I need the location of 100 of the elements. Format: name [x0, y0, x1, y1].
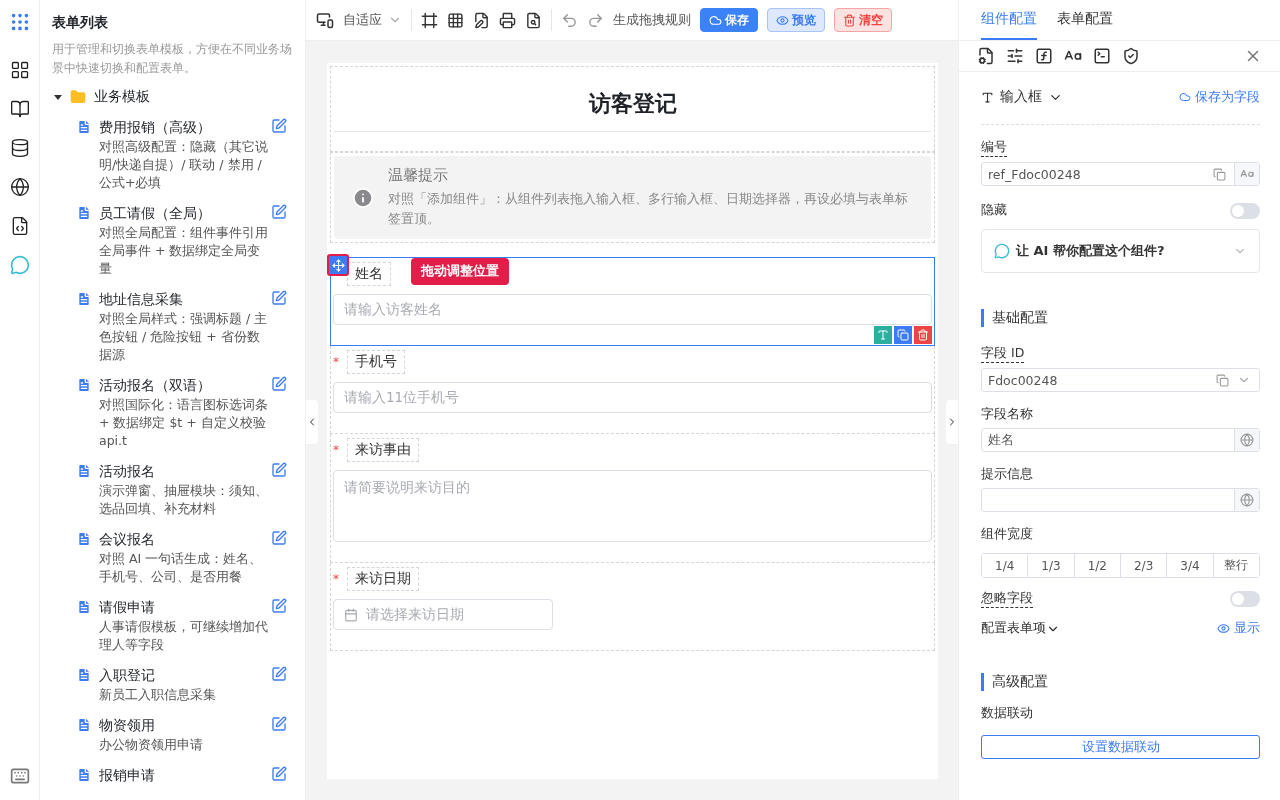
form-field[interactable]: * 来访事由 请简要说明来访目的: [330, 434, 935, 563]
copy-icon[interactable]: [894, 326, 912, 344]
field-label: 手机号: [347, 350, 405, 374]
document-icon: [76, 531, 92, 547]
template-title[interactable]: 会议报名: [99, 530, 264, 548]
caret-icon: [54, 93, 62, 101]
redo-icon[interactable]: [587, 11, 604, 29]
template-title[interactable]: 报销申请: [99, 766, 264, 784]
component-type-select[interactable]: 输入框: [981, 88, 1063, 106]
collapse-left-icon[interactable]: [306, 400, 318, 444]
form-field[interactable]: * 来访日期 请选择来访日期: [330, 563, 935, 651]
chat-bubble-icon[interactable]: [9, 255, 30, 275]
template-title[interactable]: 活动报名（双语）: [99, 376, 264, 394]
trash-icon: [843, 13, 856, 27]
form-items-dropdown[interactable]: 配置表单项: [981, 620, 1060, 637]
input-field[interactable]: Fdoc00248: [981, 368, 1260, 392]
required-mark: *: [333, 355, 340, 369]
edit-icon[interactable]: [271, 204, 287, 220]
delete-icon[interactable]: [914, 326, 932, 344]
show-link[interactable]: 显示: [1217, 620, 1260, 637]
edit-icon[interactable]: [271, 598, 287, 614]
globe-icon: [1240, 493, 1254, 507]
edit-icon[interactable]: [271, 766, 287, 782]
set-linkage-button[interactable]: 设置数据联动: [981, 735, 1260, 759]
sliders-icon[interactable]: [1006, 47, 1024, 65]
terminal-icon[interactable]: [1093, 47, 1111, 65]
database-icon[interactable]: [9, 138, 30, 158]
panel-tab[interactable]: 表单配置: [1057, 0, 1113, 40]
required-mark: *: [333, 572, 340, 586]
input-field[interactable]: 姓名: [981, 428, 1260, 452]
copy-icon: [1213, 167, 1226, 181]
template-title[interactable]: 入职登记: [99, 666, 264, 684]
shield-icon[interactable]: [1122, 47, 1140, 65]
field-label: 编号: [981, 139, 1007, 157]
expand-right-icon[interactable]: [946, 400, 958, 444]
move-handle[interactable]: [327, 254, 349, 276]
book-icon[interactable]: [9, 99, 30, 119]
edit-icon[interactable]: [271, 666, 287, 682]
template-title[interactable]: 物资领用: [99, 716, 264, 734]
panel-tab[interactable]: 组件配置: [981, 0, 1037, 40]
function-icon[interactable]: [1035, 47, 1053, 65]
toggle-switch[interactable]: [1230, 202, 1260, 219]
toggle-switch[interactable]: [1230, 591, 1260, 607]
field-label: 数据联动: [981, 705, 1033, 722]
toolbar-button[interactable]: 保存: [700, 8, 758, 32]
copy-icon: [1216, 373, 1229, 387]
info-icon: [352, 185, 375, 210]
keyboard-icon[interactable]: [9, 766, 30, 786]
template-description: 对照 AI 一句话生成：姓名、手机号、公司、是否用餐: [99, 550, 264, 586]
ai-assistant-card[interactable]: 让 AI 帮你配置这个组件?: [981, 229, 1260, 273]
file-settings-icon[interactable]: [977, 47, 995, 65]
edit-icon[interactable]: [271, 530, 287, 546]
field-label: 忽略字段: [981, 590, 1033, 608]
edit-icon[interactable]: [271, 376, 287, 392]
template-description: 对照国际化：语言图标选词条 + 数据绑定 $t + 自定义校验 api.t: [99, 396, 269, 450]
grid-icon[interactable]: [447, 11, 464, 29]
input-field[interactable]: ref_Fdoc00248: [981, 162, 1260, 186]
grid-icon[interactable]: [9, 60, 30, 80]
document-icon: [76, 205, 92, 221]
form-field[interactable]: 姓名 拖动调整位置 请输入访客姓名: [330, 257, 935, 346]
sidebar-title: 表单列表: [52, 14, 109, 32]
template-description: 人事请假模板，可继续增加代理人等字段: [99, 618, 269, 654]
input-field[interactable]: [981, 488, 1260, 512]
template-title[interactable]: 费用报销（高级）: [99, 118, 264, 136]
globe-icon[interactable]: [9, 177, 30, 197]
width-option[interactable]: 整行: [1212, 554, 1259, 577]
form-field[interactable]: * 手机号 请输入11位手机号: [330, 346, 935, 434]
eye-icon: [1217, 622, 1230, 635]
document-icon: [76, 599, 92, 615]
edit-icon[interactable]: [271, 118, 287, 134]
template-title[interactable]: 员工请假（全局）: [99, 204, 264, 222]
chat-bubble-icon: [994, 243, 1010, 259]
notice-title: 温馨提示: [388, 166, 450, 185]
field-label: 字段 ID: [981, 345, 1025, 363]
document-icon: [76, 667, 92, 683]
template-title[interactable]: 请假申请: [99, 598, 264, 616]
document-icon: [76, 291, 92, 307]
layout-select[interactable]: 自适应: [343, 11, 402, 29]
undo-icon[interactable]: [561, 11, 578, 29]
template-description: 对照全局配置：组件事件引用全局事件 + 数据绑定全局变量: [99, 224, 269, 278]
template-title[interactable]: 活动报名: [99, 462, 264, 480]
field-label: 来访事由: [347, 438, 419, 462]
edit-icon[interactable]: [271, 290, 287, 306]
section-title: 高级配置: [981, 673, 1260, 691]
folder-item[interactable]: 业务模板: [54, 88, 295, 106]
frame-icon[interactable]: [421, 11, 438, 29]
edit-icon[interactable]: [271, 716, 287, 732]
document-icon: [76, 119, 92, 135]
file-search-icon[interactable]: [525, 11, 542, 29]
print-icon[interactable]: [499, 11, 516, 29]
document-icon: [76, 767, 92, 783]
edit-icon[interactable]: [271, 462, 287, 478]
generate-rules-link[interactable]: 生成拖拽规则: [613, 11, 691, 29]
save-as-field-link[interactable]: 保存为字段: [1179, 88, 1260, 106]
edit-file-icon[interactable]: [473, 11, 490, 29]
section-title: 基础配置: [981, 309, 1260, 327]
template-description: 办公物资领用申请: [99, 736, 204, 754]
field-label: 提示信息: [981, 466, 1033, 483]
device-icon[interactable]: [316, 11, 334, 29]
template-title[interactable]: 地址信息采集: [99, 290, 264, 308]
